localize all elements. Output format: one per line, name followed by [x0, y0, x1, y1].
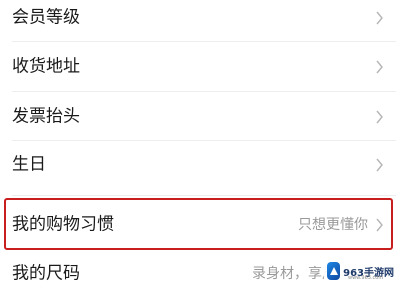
row-shopping-habits[interactable]: 我的购物习惯 只想更懂你	[0, 200, 396, 249]
row-label: 我的购物习惯	[12, 214, 114, 234]
row-label: 生日	[12, 154, 46, 174]
watermark: 963手游网 www.963.com	[324, 257, 394, 285]
row-invoice-title[interactable]: 发票抬头	[0, 92, 396, 141]
row-label: 会员等级	[12, 7, 80, 27]
chevron-right-icon	[376, 11, 383, 24]
chevron-right-icon	[376, 60, 383, 73]
chevron-right-icon	[376, 158, 383, 171]
chevron-right-icon	[376, 110, 383, 123]
row-value: 只想更懂你	[298, 216, 368, 233]
divider	[12, 195, 396, 196]
watermark-logo-icon	[327, 262, 341, 280]
row-shipping-address[interactable]: 收货地址	[0, 42, 396, 91]
row-birthday[interactable]: 生日	[0, 140, 396, 189]
row-label: 我的尺码	[12, 263, 80, 283]
row-member-level[interactable]: 会员等级	[0, 0, 396, 42]
watermark-url: www.963.com	[348, 275, 384, 281]
row-label: 收货地址	[12, 56, 80, 76]
row-label: 发票抬头	[12, 106, 80, 126]
chevron-right-icon	[376, 218, 383, 231]
